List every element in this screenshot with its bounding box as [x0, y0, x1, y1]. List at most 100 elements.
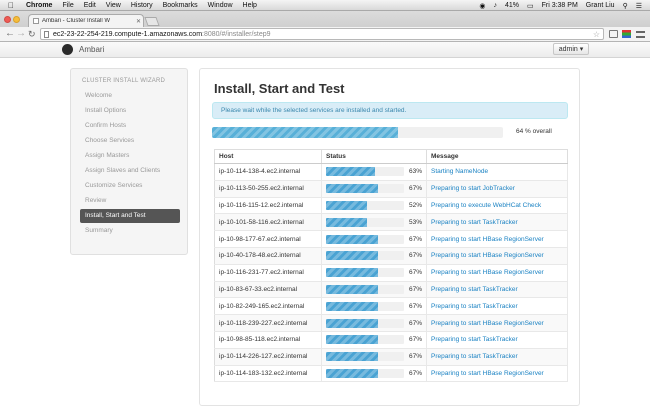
host-progress-fill — [326, 352, 379, 362]
forward-icon[interactable]: → — [16, 28, 26, 40]
host-progress-percent: 52% — [409, 201, 423, 209]
apple-icon[interactable]:  — [8, 1, 14, 10]
wizard-step-choose-services[interactable]: Choose Services — [80, 134, 180, 148]
host-cell[interactable]: ip-10-101-58-116.ec2.internal — [214, 213, 322, 232]
menu-window[interactable]: Window — [208, 2, 233, 9]
wizard-step-welcome[interactable]: Welcome — [80, 89, 180, 103]
extension-icon[interactable] — [609, 30, 618, 38]
browser-tab[interactable]: Ambari - Cluster Install W ✕ — [28, 14, 144, 27]
host-progress-percent: 67% — [409, 285, 423, 293]
status-cell: 67% — [321, 281, 427, 299]
table-row: ip-10-98-177-67.ec2.internal 67% Preparing… — [214, 230, 568, 248]
host-message-link[interactable]: Preparing to start TaskTracker — [426, 331, 568, 349]
overall-progress-bar — [212, 127, 503, 138]
page-icon — [44, 31, 49, 38]
host-message-link[interactable]: Preparing to start TaskTracker — [426, 281, 568, 299]
host-message-link[interactable]: Preparing to start HBase RegionServer — [426, 247, 568, 265]
host-cell[interactable]: ip-10-83-67-33.ec2.internal — [214, 281, 322, 299]
macos-menubar:  Chrome File Edit View History Bookmark… — [0, 0, 650, 11]
notifications-icon[interactable]: ☰ — [636, 2, 642, 10]
column-header-status[interactable]: Status — [321, 149, 427, 164]
host-message-link[interactable]: Preparing to start HBase RegionServer — [426, 264, 568, 282]
host-cell[interactable]: ip-10-98-85-118.ec2.internal — [214, 331, 322, 349]
brand-name[interactable]: Ambari — [79, 45, 104, 54]
table-row: ip-10-83-67-33.ec2.internal 67% Preparing … — [214, 281, 568, 299]
table-row: ip-10-118-239-227.ec2.internal 67% Prepari… — [214, 314, 568, 332]
menu-help[interactable]: Help — [243, 2, 257, 9]
host-message-link[interactable]: Starting NameNode — [426, 163, 568, 181]
volume-icon[interactable]: ♪ — [493, 2, 497, 9]
wizard-step-install-start-test[interactable]: Install, Start and Test — [80, 209, 180, 223]
wizard-step-assign-slaves[interactable]: Assign Slaves and Clients — [80, 164, 180, 178]
host-message-link[interactable]: Preparing to start HBase RegionServer — [426, 365, 568, 383]
host-cell[interactable]: ip-10-118-239-227.ec2.internal — [214, 314, 322, 332]
admin-menu-button[interactable]: admin ▾ — [553, 43, 589, 55]
host-cell[interactable]: ip-10-98-177-67.ec2.internal — [214, 230, 322, 248]
column-header-message[interactable]: Message — [426, 149, 568, 164]
status-cell: 67% — [321, 230, 427, 248]
url-path: :8080/#/installer/step9 — [202, 31, 271, 38]
ambari-logo-icon[interactable] — [62, 44, 73, 55]
minimize-window-icon[interactable] — [13, 16, 20, 23]
wifi-icon[interactable]: ◉ — [479, 2, 485, 10]
status-cell: 67% — [321, 365, 427, 383]
spotlight-icon[interactable]: ⚲ — [623, 2, 628, 10]
host-cell[interactable]: ip-10-116-115-12.ec2.internal — [214, 197, 322, 215]
host-message-link[interactable]: Preparing to start HBase RegionServer — [426, 230, 568, 248]
host-cell[interactable]: ip-10-116-231-77.ec2.internal — [214, 264, 322, 282]
host-message-link[interactable]: Preparing to start TaskTracker — [426, 348, 568, 366]
host-cell[interactable]: ip-10-40-178-48.ec2.internal — [214, 247, 322, 265]
host-progress-percent: 67% — [409, 302, 423, 310]
wizard-step-install-options[interactable]: Install Options — [80, 104, 180, 118]
menu-edit[interactable]: Edit — [84, 2, 96, 9]
host-progress-fill — [326, 318, 379, 328]
host-cell[interactable]: ip-10-114-226-127.ec2.internal — [214, 348, 322, 366]
column-header-host[interactable]: Host — [214, 149, 322, 164]
host-progress-bar — [326, 200, 404, 210]
menu-view[interactable]: View — [106, 2, 121, 9]
back-icon[interactable]: ← — [5, 28, 15, 40]
menu-bookmarks[interactable]: Bookmarks — [163, 2, 198, 9]
menu-app-name[interactable]: Chrome — [26, 2, 52, 9]
host-cell[interactable]: ip-10-113-50-255.ec2.internal — [214, 180, 322, 198]
chrome-menu-icon[interactable] — [636, 31, 645, 38]
new-tab-button[interactable] — [144, 17, 160, 26]
clock[interactable]: Fri 3:38 PM — [542, 2, 578, 9]
wizard-step-confirm-hosts[interactable]: Confirm Hosts — [80, 119, 180, 133]
host-progress-bar — [326, 184, 404, 194]
host-progress-bar — [326, 268, 404, 278]
menu-history[interactable]: History — [131, 2, 153, 9]
host-cell[interactable]: ip-10-114-138-4.ec2.internal — [214, 163, 322, 181]
status-cell: 63% — [321, 163, 427, 181]
address-bar[interactable]: ec2-23-22-254-219.compute-1.amazonaws.co… — [40, 28, 604, 40]
reload-icon[interactable]: ↻ — [28, 28, 36, 40]
user-name[interactable]: Grant Liu — [586, 2, 615, 9]
host-message-link[interactable]: Preparing to execute WebHCat Check — [426, 197, 568, 215]
host-message-link[interactable]: Preparing to start TaskTracker — [426, 213, 568, 232]
table-row: ip-10-40-178-48.ec2.internal 67% Preparing… — [214, 247, 568, 265]
table-row: ip-10-116-231-77.ec2.internal 67% Preparin… — [214, 264, 568, 282]
url-host: ec2-23-22-254-219.compute-1.amazonaws.co… — [53, 31, 203, 38]
battery-percent[interactable]: 41% — [505, 2, 519, 9]
host-cell[interactable]: ip-10-114-183-132.ec2.internal — [214, 365, 322, 383]
favicon-icon — [33, 18, 39, 24]
host-progress-bar — [326, 301, 404, 311]
close-tab-icon[interactable]: ✕ — [136, 18, 141, 25]
wizard-step-review[interactable]: Review — [80, 194, 180, 208]
host-progress-fill — [326, 217, 368, 227]
table-row: ip-10-116-115-12.ec2.internal 52% Preparin… — [214, 197, 568, 215]
wizard-step-customize-services[interactable]: Customize Services — [80, 179, 180, 193]
close-window-icon[interactable] — [4, 16, 11, 23]
wizard-step-summary[interactable]: Summary — [80, 224, 180, 238]
host-message-link[interactable]: Preparing to start HBase RegionServer — [426, 314, 568, 332]
browser-tab-strip: Ambari - Cluster Install W ✕ — [0, 11, 650, 27]
host-cell[interactable]: ip-10-82-249-165.ec2.internal — [214, 297, 322, 316]
host-message-link[interactable]: Preparing to start TaskTracker — [426, 297, 568, 316]
wizard-step-assign-masters[interactable]: Assign Masters — [80, 149, 180, 163]
host-progress-fill — [326, 251, 379, 261]
bookmark-star-icon[interactable]: ☆ — [593, 29, 600, 40]
page-title: Install, Start and Test — [214, 81, 345, 96]
menu-file[interactable]: File — [62, 2, 73, 9]
host-message-link[interactable]: Preparing to start JobTracker — [426, 180, 568, 198]
extension-color-icon[interactable] — [622, 30, 631, 38]
